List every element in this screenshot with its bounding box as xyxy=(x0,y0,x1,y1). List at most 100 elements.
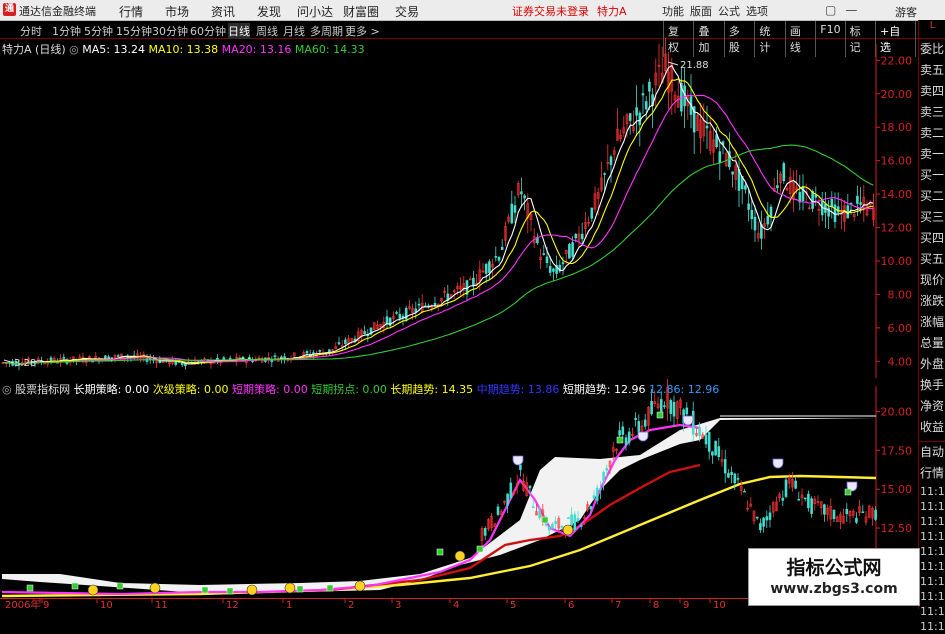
candle-body xyxy=(814,194,818,198)
sub-candle-body xyxy=(765,516,769,521)
candle-body xyxy=(782,163,786,182)
date-label: 6 xyxy=(568,600,574,609)
main-legend: 特力A (日线) ◎ MA5: 13.24 MA10: 13.38 MA20: … xyxy=(2,41,365,57)
sub-candle-body xyxy=(663,405,666,407)
date-label: 10 xyxy=(100,600,113,609)
period-60min[interactable]: 60分钟 xyxy=(190,23,226,39)
sidebar-item-12[interactable]: 涨跌 xyxy=(919,291,945,312)
indicator-settings-icon[interactable]: ◎ xyxy=(2,383,12,396)
sub-candle-body xyxy=(659,399,663,412)
legend-short-turn: 短期拐点: 0.00 xyxy=(311,383,387,396)
main-axis-label: 20.00 xyxy=(881,88,913,101)
menu-discover[interactable]: 发现 xyxy=(246,3,292,20)
period-5min[interactable]: 5分钟 xyxy=(84,23,113,39)
sub-candle-body xyxy=(855,517,858,523)
period-daily[interactable]: 日线 xyxy=(228,23,250,39)
signal-dot-icon xyxy=(116,582,124,590)
sidebar-item-8[interactable]: 买三 xyxy=(919,207,945,228)
sidebar-item-17[interactable]: 净资 xyxy=(919,396,945,417)
candle-body xyxy=(497,257,501,261)
main-axis-label: 8.00 xyxy=(888,288,913,301)
sidebar-quotes[interactable]: 行情 xyxy=(919,463,945,484)
period-monthly[interactable]: 月线 xyxy=(283,23,305,39)
sidebar-item-15[interactable]: 外盘 xyxy=(919,354,945,375)
menu-news[interactable]: 资讯 xyxy=(200,3,246,20)
menu-wealth[interactable]: 财富圈 xyxy=(338,3,384,20)
sidebar-item-18[interactable]: 收益 xyxy=(919,417,945,438)
sub-candle-body xyxy=(506,493,509,506)
sidebar-item-9[interactable]: 买四 xyxy=(919,228,945,249)
guest-label[interactable]: 游客 xyxy=(895,4,917,20)
legend-ma20: MA20: 13.16 xyxy=(221,43,292,56)
period-15min[interactable]: 15分钟 xyxy=(116,23,152,39)
period-30min[interactable]: 30分钟 xyxy=(152,23,188,39)
sub-candle-body xyxy=(784,479,788,497)
candle-body xyxy=(542,253,546,255)
sub-candle-body xyxy=(634,418,637,420)
menu-ask[interactable]: 问小达 xyxy=(292,3,338,20)
sub-candle-body xyxy=(704,434,708,445)
sub-candle-body xyxy=(567,517,570,519)
sidebar-item-3[interactable]: 卖三 xyxy=(919,102,945,123)
main-axis-label: 6.00 xyxy=(888,322,913,335)
sub-candle-body xyxy=(832,509,836,519)
sidebar-item-16[interactable]: 换手 xyxy=(919,375,945,396)
sidebar-item-5[interactable]: 卖一 xyxy=(919,144,945,165)
main-axis-label: 22.00 xyxy=(881,54,913,67)
menu-function[interactable]: 功能 xyxy=(662,3,684,19)
period-multi[interactable]: 多周期 xyxy=(310,23,343,39)
menu-options[interactable]: 选项 xyxy=(746,3,768,19)
sub-candle-body xyxy=(730,471,733,475)
quote-sidebar: L 委比 卖五 卖四 卖三 卖二 卖一 买一 买二 买三 买四 买五 现价 涨跌 涨幅 总量 外盘 换手 净资 收益… xyxy=(918,20,945,633)
candle-body xyxy=(510,203,514,224)
sidebar-item-0[interactable]: 委比 xyxy=(919,39,945,60)
trade-login-status: 证券交易未登录 xyxy=(512,5,589,18)
period-weekly[interactable]: 周线 xyxy=(256,23,278,39)
low-annotation: 3.28 xyxy=(14,358,36,369)
period-more[interactable]: 更多 > xyxy=(345,23,380,39)
restore-icon[interactable]: ▢ xyxy=(825,3,836,17)
sidebar-item-6[interactable]: 买一 xyxy=(919,165,945,186)
sidebar-item-14[interactable]: 总量 xyxy=(919,333,945,354)
sidebar-item-13[interactable]: 涨幅 xyxy=(919,312,945,333)
watermark-url: www.zbgs3.com xyxy=(770,581,898,597)
legend-settings-icon[interactable]: ◎ xyxy=(69,43,79,56)
menu-formula[interactable]: 公式 xyxy=(718,3,740,19)
minimize-window-icon[interactable]: — xyxy=(845,3,857,17)
sub-candle-body xyxy=(755,516,759,519)
sidebar-auto[interactable]: 自动 xyxy=(919,442,945,463)
menu-market[interactable]: 市场 xyxy=(154,3,200,20)
main-axis-label: 14.00 xyxy=(881,188,913,201)
sub-candle-body xyxy=(733,473,737,484)
menu-quotes[interactable]: 行情 xyxy=(108,3,154,20)
sidebar-item-10[interactable]: 买五 xyxy=(919,249,945,270)
kline-chart[interactable]: 22.00 20.00 18.00 16.00 14.00 12.00 10.00 8.00 6… xyxy=(0,38,918,378)
sub-candle-body xyxy=(621,426,625,435)
sidebar-item-7[interactable]: 买二 xyxy=(919,186,945,207)
sub-axis-label: 12.50 xyxy=(881,522,913,535)
signal-dot-icon xyxy=(541,516,549,524)
candle-body xyxy=(571,242,574,257)
signal-dot-icon xyxy=(26,584,34,592)
sidebar-top-label[interactable]: L xyxy=(919,20,945,39)
legend-period: (日线) xyxy=(35,43,66,56)
sidebar-item-1[interactable]: 卖五 xyxy=(919,60,945,81)
candle-body xyxy=(110,357,114,359)
sidebar-item-4[interactable]: 卖二 xyxy=(919,123,945,144)
sidebar-item-11[interactable]: 现价 xyxy=(919,270,945,291)
candle-body xyxy=(552,268,555,272)
period-1min[interactable]: 1分钟 xyxy=(52,23,81,39)
menu-layout[interactable]: 版面 xyxy=(690,3,712,19)
main-axis-label: 18.00 xyxy=(881,121,913,134)
trade-status[interactable]: 证券交易未登录 特力A xyxy=(512,3,627,19)
period-timeshare[interactable]: 分时 xyxy=(20,23,42,39)
candle-body xyxy=(731,171,734,175)
candle-body xyxy=(561,262,565,265)
sub-candle-body xyxy=(483,528,487,536)
date-label: 9 xyxy=(683,600,689,609)
main-grid xyxy=(875,44,877,378)
signal-face-icon xyxy=(87,584,99,596)
sidebar-item-2[interactable]: 卖四 xyxy=(919,81,945,102)
sub-candle-body xyxy=(807,493,810,509)
menu-trade[interactable]: 交易 xyxy=(384,3,430,20)
